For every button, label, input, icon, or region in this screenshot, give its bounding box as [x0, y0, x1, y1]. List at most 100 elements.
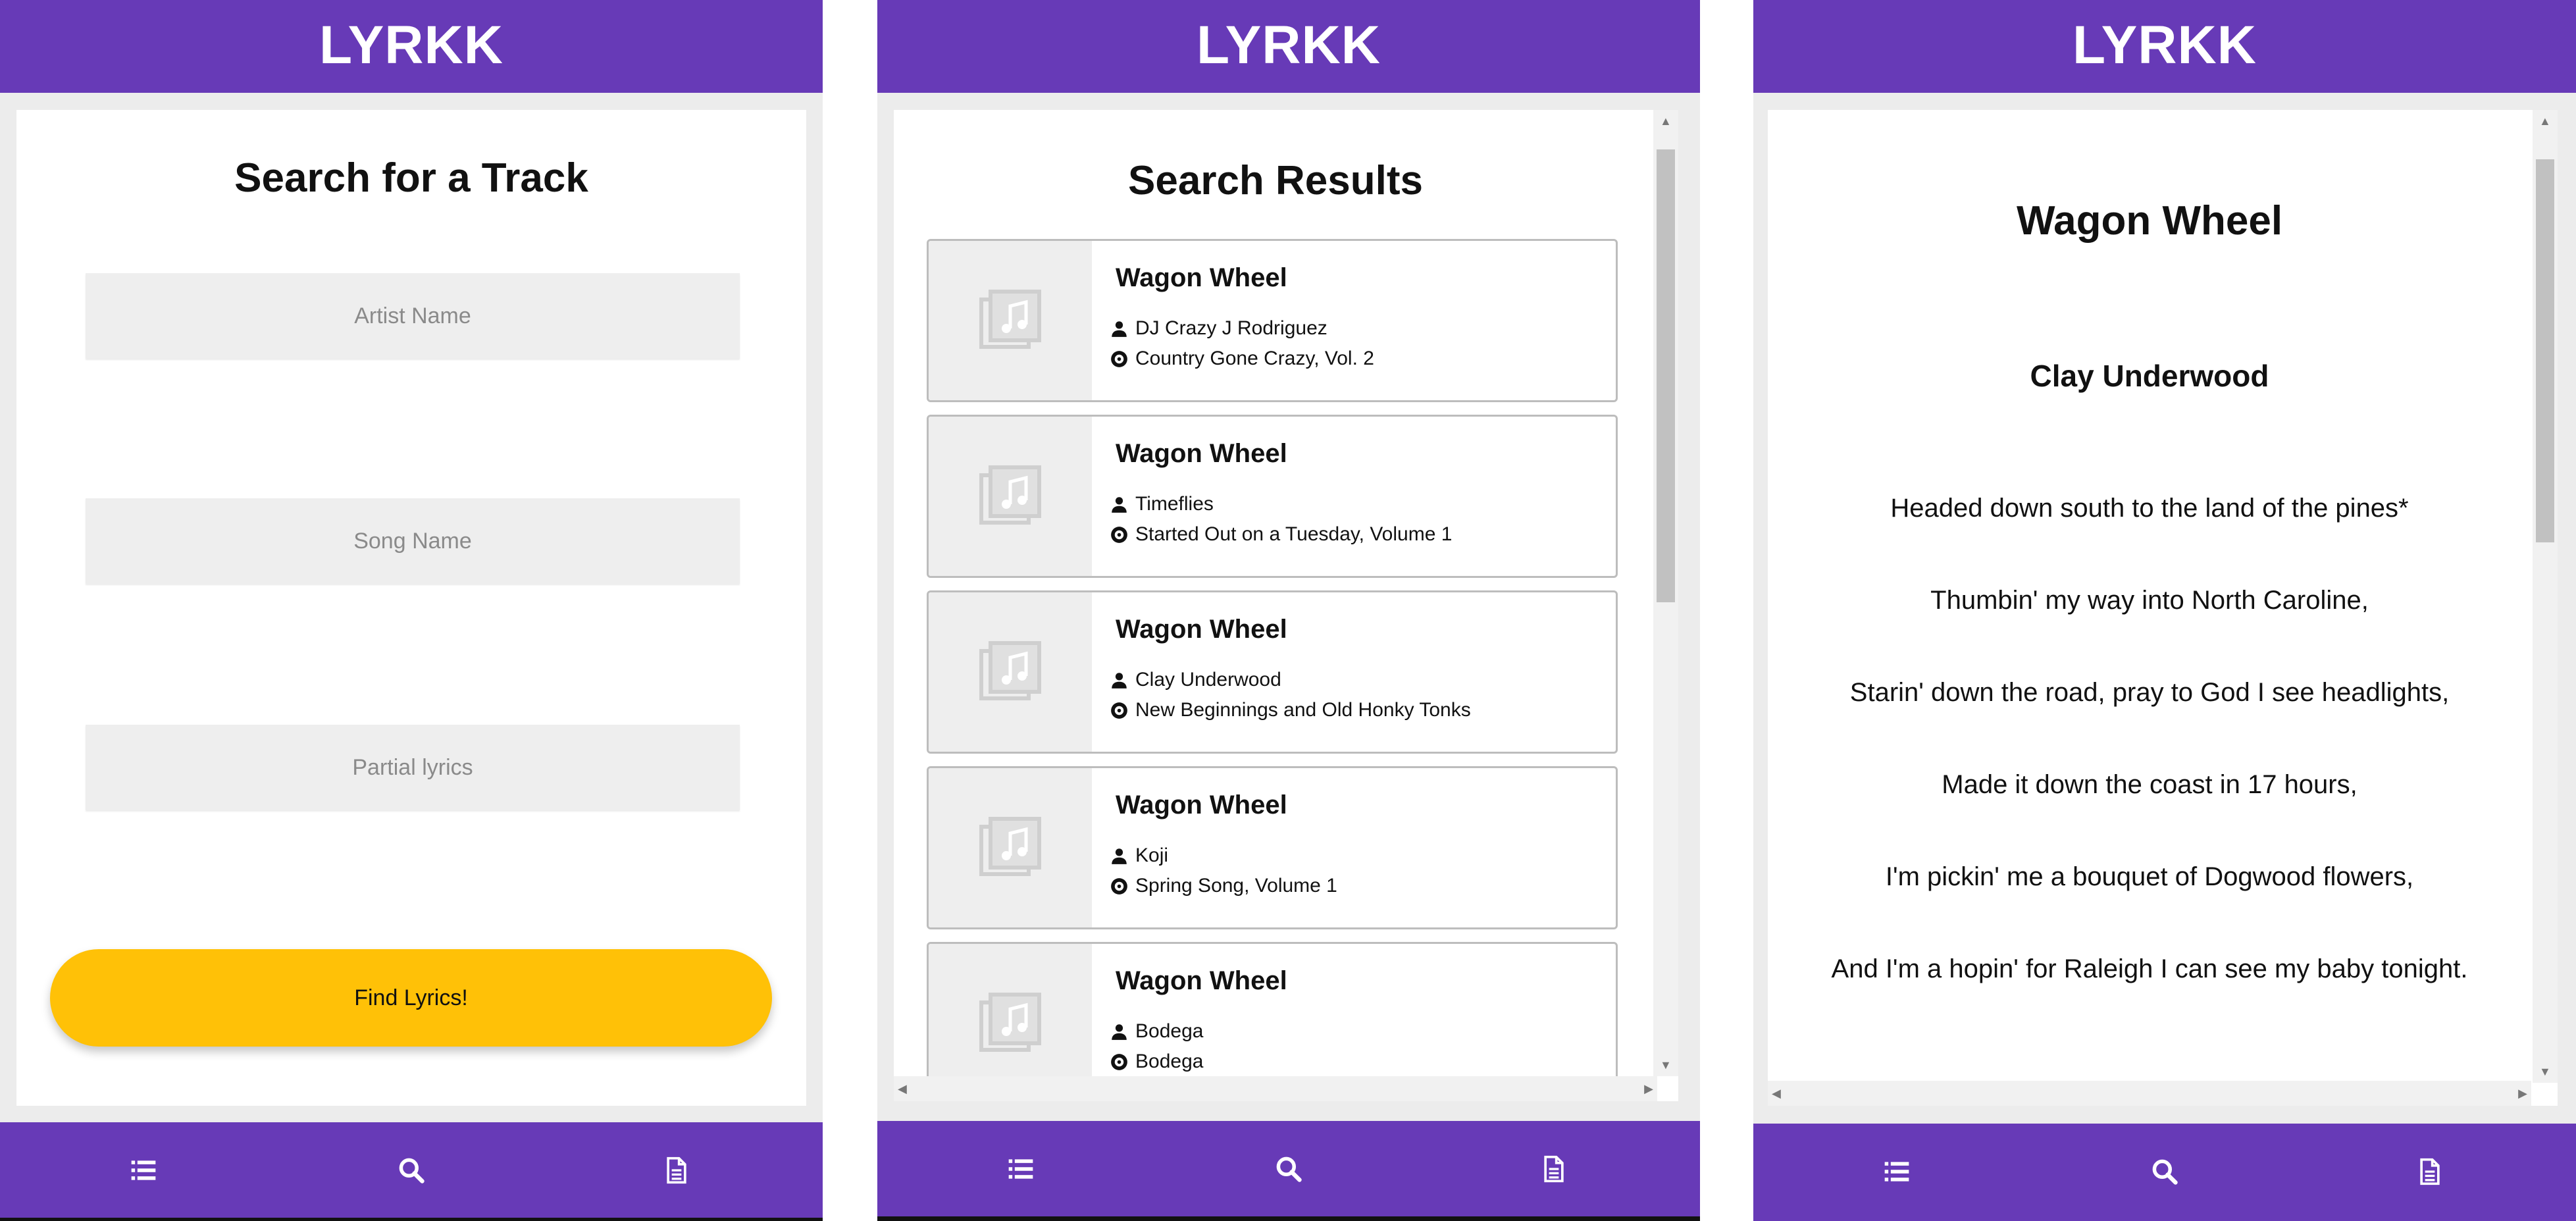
- result-item[interactable]: Wagon Wheel Koji Spring Song, Volume 1: [927, 766, 1618, 929]
- result-title: Wagon Wheel: [1116, 791, 1287, 819]
- album-art-placeholder: [929, 768, 1092, 927]
- bottom-nav: [0, 1122, 823, 1218]
- partial-lyrics-input[interactable]: [86, 725, 740, 810]
- nav-search-button[interactable]: [1152, 1121, 1426, 1216]
- scroll-up-arrow-icon[interactable]: ▲: [2539, 115, 2551, 127]
- lyrics-screen: LYRKK Wagon Wheel Clay Underwood Headed …: [1753, 0, 2576, 1221]
- result-artist: Timeflies: [1135, 493, 1214, 515]
- vertical-scrollbar[interactable]: ▲ ▼: [2533, 110, 2558, 1083]
- list-icon: [1008, 1158, 1033, 1179]
- result-item[interactable]: Wagon Wheel DJ Crazy J Rodriguez Country…: [927, 239, 1618, 402]
- music-placeholder-icon: [979, 993, 1041, 1052]
- music-placeholder-icon: [979, 641, 1041, 700]
- music-placeholder-icon: [979, 290, 1041, 349]
- system-bar: [877, 1216, 1700, 1221]
- nav-lyrics-button[interactable]: [2293, 1124, 2567, 1219]
- results-card: Search Results Wagon Wheel DJ Crazy J Ro…: [894, 110, 1678, 1101]
- system-bar: [0, 1218, 823, 1221]
- scroll-down-arrow-icon[interactable]: ▼: [1660, 1059, 1672, 1071]
- lyric-line: Thumbin' my way into North Caroline,: [1930, 586, 2369, 615]
- find-lyrics-button[interactable]: Find Lyrics!: [50, 949, 772, 1047]
- result-album-row: Bodega: [1110, 1051, 1203, 1073]
- nav-lyrics-button[interactable]: [1417, 1121, 1691, 1216]
- scrollbar-thumb[interactable]: [1657, 149, 1675, 602]
- horizontal-scrollbar[interactable]: ◀ ▶: [894, 1076, 1657, 1101]
- list-icon: [1884, 1161, 1909, 1182]
- music-placeholder-icon: [979, 465, 1041, 525]
- lyrics-card: Wagon Wheel Clay Underwood Headed down s…: [1768, 110, 2558, 1106]
- scroll-left-arrow-icon[interactable]: ◀: [898, 1083, 907, 1095]
- vertical-scrollbar[interactable]: ▲ ▼: [1653, 110, 1678, 1076]
- result-artist: DJ Crazy J Rodriguez: [1135, 317, 1327, 339]
- document-icon: [2420, 1158, 2440, 1185]
- lyric-line: I'm pickin' me a bouquet of Dogwood flow…: [1885, 862, 2414, 891]
- user-icon: [1112, 496, 1127, 513]
- nav-lyrics-button[interactable]: [540, 1122, 813, 1218]
- album-art-placeholder: [929, 592, 1092, 752]
- scrollbar-thumb[interactable]: [2536, 159, 2554, 542]
- result-item[interactable]: Wagon Wheel Timeflies Started Out on a T…: [927, 415, 1618, 578]
- song-name-input[interactable]: [86, 498, 740, 584]
- user-icon: [1112, 848, 1127, 864]
- lyric-line: Made it down the coast in 17 hours,: [1942, 770, 2357, 799]
- result-artist: Clay Underwood: [1135, 669, 1281, 690]
- song-artist: Clay Underwood: [2030, 359, 2269, 393]
- result-artist-row: DJ Crazy J Rodriguez: [1110, 317, 1327, 340]
- result-album: New Beginnings and Old Honky Tonks: [1135, 699, 1471, 721]
- user-icon: [1112, 672, 1127, 688]
- result-title: Wagon Wheel: [1116, 439, 1287, 468]
- app-title: LYRKK: [877, 0, 1700, 93]
- results-screen: LYRKK Search Results Wagon Wheel DJ Craz…: [877, 0, 1700, 1221]
- user-icon: [1112, 321, 1127, 337]
- horizontal-scrollbar[interactable]: ◀ ▶: [1768, 1081, 2531, 1106]
- result-title: Wagon Wheel: [1116, 966, 1287, 995]
- song-title: Wagon Wheel: [2016, 198, 2283, 244]
- scroll-up-arrow-icon[interactable]: ▲: [1660, 115, 1672, 127]
- nav-search-button[interactable]: [274, 1122, 548, 1218]
- result-album-row: Started Out on a Tuesday, Volume 1: [1110, 523, 1452, 546]
- page-title: Search for a Track: [234, 155, 588, 201]
- result-artist-row: Bodega: [1110, 1020, 1203, 1043]
- result-album: Spring Song, Volume 1: [1135, 875, 1337, 896]
- scroll-right-arrow-icon[interactable]: ▶: [1644, 1083, 1653, 1095]
- result-item[interactable]: Wagon Wheel Clay Underwood New Beginning…: [927, 590, 1618, 754]
- record-icon: [1111, 1053, 1127, 1070]
- result-album: Country Gone Crazy, Vol. 2: [1135, 348, 1374, 369]
- result-artist-row: Koji: [1110, 844, 1168, 867]
- result-artist-row: Clay Underwood: [1110, 669, 1281, 691]
- bottom-nav: [877, 1121, 1700, 1216]
- result-album: Started Out on a Tuesday, Volume 1: [1135, 523, 1453, 545]
- result-artist-row: Timeflies: [1110, 493, 1214, 515]
- bottom-nav: [1753, 1124, 2576, 1221]
- album-art-placeholder: [929, 417, 1092, 576]
- album-art-placeholder: [929, 241, 1092, 400]
- scroll-left-arrow-icon[interactable]: ◀: [1772, 1087, 1781, 1099]
- record-icon: [1111, 350, 1127, 367]
- record-icon: [1111, 877, 1127, 895]
- search-icon: [1276, 1156, 1302, 1182]
- result-album: Bodega: [1135, 1051, 1204, 1072]
- music-placeholder-icon: [979, 817, 1041, 876]
- artist-name-input[interactable]: [86, 273, 740, 359]
- search-card: Search for a Track Find Lyrics!: [16, 110, 806, 1106]
- nav-list-button[interactable]: [884, 1121, 1158, 1216]
- lyric-line: Starin' down the road, pray to God I see…: [1849, 678, 2450, 707]
- scroll-down-arrow-icon[interactable]: ▼: [2539, 1066, 2551, 1078]
- scroll-right-arrow-icon[interactable]: ▶: [2518, 1087, 2527, 1099]
- lyric-line: Headed down south to the land of the pin…: [1890, 494, 2409, 523]
- user-icon: [1112, 1024, 1127, 1040]
- nav-search-button[interactable]: [2028, 1124, 2302, 1219]
- lyric-line: And I'm a hopin' for Raleigh I can see m…: [1831, 954, 2468, 983]
- search-icon: [399, 1158, 425, 1183]
- result-artist: Bodega: [1135, 1020, 1204, 1042]
- result-album-row: Spring Song, Volume 1: [1110, 875, 1337, 897]
- app-title: LYRKK: [1753, 0, 2576, 93]
- document-icon: [667, 1156, 686, 1183]
- result-album-row: New Beginnings and Old Honky Tonks: [1110, 699, 1471, 721]
- nav-list-button[interactable]: [7, 1122, 280, 1218]
- nav-list-button[interactable]: [1760, 1124, 2034, 1219]
- app-title: LYRKK: [0, 0, 823, 93]
- list-icon: [131, 1160, 156, 1180]
- record-icon: [1111, 526, 1127, 543]
- search-icon: [2152, 1159, 2178, 1185]
